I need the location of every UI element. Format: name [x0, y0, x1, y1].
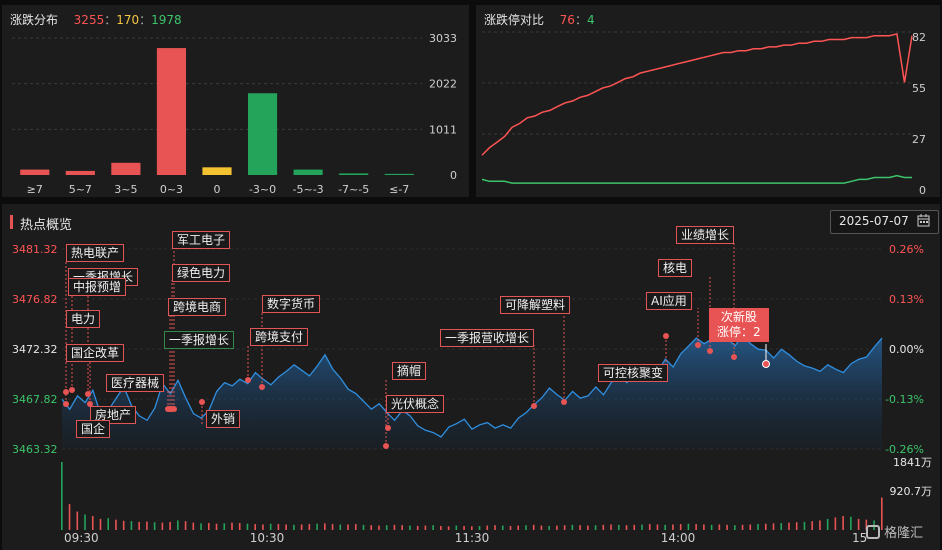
- bar-1: [65, 170, 95, 175]
- y-tick-label: 82: [912, 31, 926, 44]
- bar-7: [339, 173, 369, 175]
- hot-tag-21[interactable]: 核电: [658, 259, 693, 277]
- hot-tag-15[interactable]: 摘帽: [392, 362, 427, 380]
- x-tick-label: ≥7: [27, 183, 43, 196]
- popup-line2: 涨停：2: [717, 325, 761, 339]
- x-tick-label: 3~5: [114, 183, 137, 196]
- x-tick-label: 0~3: [160, 183, 183, 196]
- hot-tags: 热电联产 一季报增长 中报预增 电力 国企改革 医疗器械 房地产 国企 军工电子 绿色电力 跨境电商…: [2, 204, 940, 550]
- hot-panel: 热点概览 2025-07-07 3481.32 0.26% 3476.82 0.13%…: [2, 204, 940, 550]
- bar-5: [247, 93, 278, 175]
- hot-tag-22[interactable]: 业绩增长: [676, 226, 735, 244]
- bar-0: [20, 169, 50, 175]
- popup-hot-tag[interactable]: 次新股 涨停：2: [709, 308, 769, 342]
- y-tick-label: 0: [919, 184, 926, 197]
- hot-tag-7[interactable]: 国企: [76, 420, 111, 438]
- limit-series-0: [481, 32, 913, 156]
- hot-tag-3[interactable]: 电力: [66, 310, 101, 328]
- hot-tag-0[interactable]: 热电联产: [66, 244, 125, 262]
- y-tick-label: 1011: [429, 123, 457, 136]
- hot-tag-10[interactable]: 跨境电商: [168, 298, 227, 316]
- y-tick-label: 3033: [429, 32, 457, 45]
- hot-tag-18[interactable]: 一季报营收增长: [440, 329, 535, 347]
- popup-line1: 次新股: [720, 310, 757, 324]
- hot-tag-20[interactable]: AI应用: [646, 292, 692, 310]
- x-tick-label: 5~7: [69, 183, 92, 196]
- y-tick-label: 27: [912, 133, 926, 146]
- hot-tag-13[interactable]: 数字货币: [262, 295, 321, 313]
- hot-tag-8[interactable]: 军工电子: [172, 231, 231, 249]
- bar-4: [202, 167, 232, 175]
- distribution-chart: 3033 2022 1011 0 ≥7 5~7 3~5 0~3 0 -3~0 -5~-3 -7~-5 ≤…: [12, 32, 457, 196]
- x-tick-label: -3~0: [249, 183, 276, 196]
- watermark-icon: [866, 525, 880, 539]
- bar-2: [111, 162, 141, 175]
- watermark-text: 格隆汇: [884, 526, 924, 541]
- x-tick-label: -5~-3: [293, 183, 324, 196]
- limit-panel: 涨跌停对比 76：4 82 55 27 0: [476, 5, 940, 197]
- y-tick-label: 2022: [429, 78, 457, 91]
- hot-tag-4[interactable]: 国企改革: [66, 344, 125, 362]
- distribution-panel: 涨跌分布 3255：170：1978 3033 2022 1011 0 ≥7 5~7 3~5…: [2, 5, 469, 197]
- hot-tag-16[interactable]: 光伏概念: [386, 395, 445, 413]
- watermark: 格隆汇: [866, 522, 923, 541]
- x-tick-label: 0: [214, 183, 221, 196]
- x-tick-label: ≤-7: [389, 183, 409, 196]
- hot-tag-9[interactable]: 绿色电力: [172, 264, 231, 282]
- bar-6: [293, 169, 323, 175]
- bar-3: [156, 48, 187, 176]
- hot-tag-5[interactable]: 医疗器械: [106, 374, 165, 392]
- hot-tag-11[interactable]: 一季报增长: [164, 331, 235, 349]
- hot-tag-12[interactable]: 外销: [206, 410, 241, 428]
- hot-tag-2[interactable]: 中报预增: [68, 278, 127, 296]
- hot-tag-17[interactable]: 可降解塑料: [500, 296, 571, 314]
- y-tick-label: 0: [450, 169, 457, 182]
- y-tick-label: 55: [912, 82, 926, 95]
- hot-tag-19[interactable]: 可控核聚变: [598, 364, 669, 382]
- limit-chart: 82 55 27 0: [481, 31, 926, 197]
- hot-tag-14[interactable]: 跨境支付: [250, 328, 309, 346]
- bar-8: [384, 173, 414, 175]
- x-tick-label: -7~-5: [338, 183, 369, 196]
- limit-series-1: [481, 174, 912, 184]
